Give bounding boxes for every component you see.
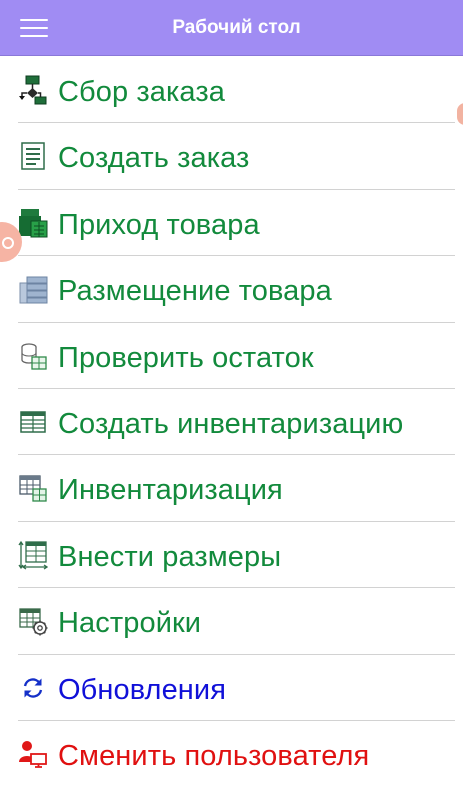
desktop-screen: Рабочий стол Сбор заказа Создать заказ П… <box>0 0 463 789</box>
menu-item-inventory[interactable]: Инвентаризация <box>18 455 455 522</box>
app-bar: Рабочий стол <box>0 0 463 56</box>
menu-item-create-inventory[interactable]: Создать инвентаризацию <box>18 389 455 456</box>
inventory-table-icon <box>18 407 48 437</box>
main-menu: Сбор заказа Создать заказ Приход товара … <box>18 57 455 787</box>
menu-item-label: Размещение товара <box>58 275 332 308</box>
stock-check-icon <box>18 341 48 371</box>
document-list-icon <box>18 141 48 171</box>
dimensions-table-icon <box>18 540 48 570</box>
menu-item-goods-receipt[interactable]: Приход товара <box>18 190 455 257</box>
menu-item-label: Сбор заказа <box>58 76 225 108</box>
menu-item-switch-user[interactable]: Сменить пользователя <box>18 721 455 787</box>
menu-item-check-stock[interactable]: Проверить остаток <box>18 323 455 389</box>
refresh-arrows-icon <box>18 673 48 703</box>
menu-item-label: Создать заказ <box>58 142 250 175</box>
storage-racks-icon <box>18 274 48 304</box>
menu-item-settings[interactable]: Настройки <box>18 588 455 655</box>
goods-receipt-icon <box>18 208 48 238</box>
menu-item-label: Сменить пользователя <box>58 739 370 772</box>
menu-item-label: Приход товара <box>58 208 260 241</box>
page-title: Рабочий стол <box>172 17 301 38</box>
order-picking-flow-icon <box>18 75 48 105</box>
menu-item-label: Внести размеры <box>58 540 282 573</box>
menu-item-label: Проверить остаток <box>58 341 314 374</box>
floating-edge-handle[interactable] <box>457 103 463 125</box>
menu-item-label: Настройки <box>58 607 202 640</box>
menu-item-order-picking[interactable]: Сбор заказа <box>18 57 455 124</box>
inventory-grid-icon <box>18 473 48 503</box>
switch-user-icon <box>18 739 48 769</box>
menu-item-label: Создать инвентаризацию <box>58 407 404 440</box>
menu-item-label: Инвентаризация <box>58 474 283 507</box>
menu-item-updates[interactable]: Обновления <box>18 655 455 721</box>
settings-table-gear-icon <box>18 606 48 636</box>
menu-item-goods-placement[interactable]: Размещение товара <box>18 256 455 323</box>
menu-item-enter-dimensions[interactable]: Внести размеры <box>18 522 455 589</box>
menu-item-create-order[interactable]: Создать заказ <box>18 123 455 190</box>
menu-item-label: Обновления <box>58 673 227 706</box>
